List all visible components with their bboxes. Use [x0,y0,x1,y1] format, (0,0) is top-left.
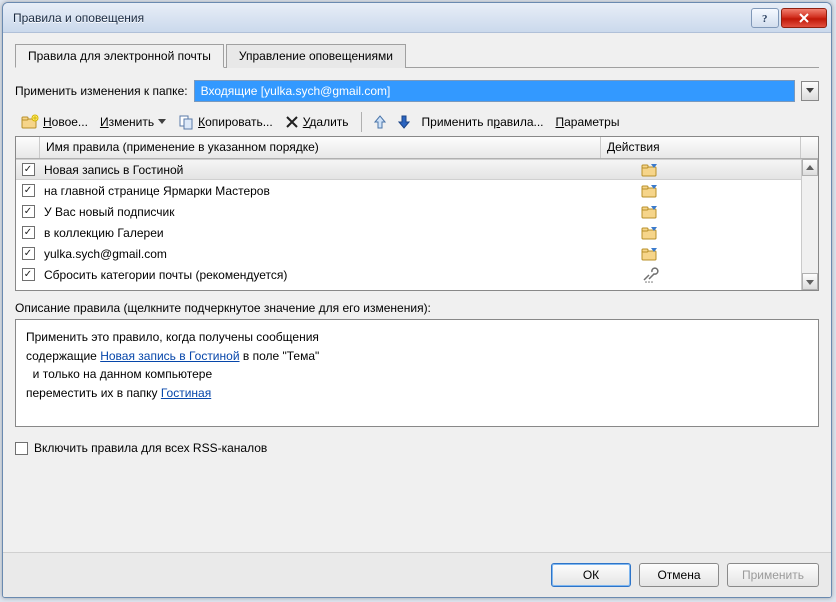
rule-action-icon [601,183,801,199]
delete-rule-button[interactable]: Удалить [281,113,353,131]
rss-label: Включить правила для всех RSS-каналов [34,441,267,455]
rules-grid: Имя правила (применение в указанном поря… [15,136,819,291]
apply-to-label: Применить изменения к папке: [15,84,188,98]
folder-select-value: Входящие [yulka.sych@gmail.com] [201,84,391,98]
rule-action-icon [601,246,801,262]
rss-checkbox[interactable] [15,442,28,455]
desc-line-2: содержащие Новая запись в Гостиной в пол… [26,347,808,366]
toolbar-separator [361,112,362,132]
move-down-button[interactable] [394,113,414,131]
tab-email-rules[interactable]: Правила для электронной почты [15,44,224,68]
rule-action-icon [601,267,801,283]
desc-line-3: и только на данном компьютере [26,365,808,384]
tab-manage-alerts[interactable]: Управление оповещениями [226,44,406,68]
rule-name: yulka.sych@gmail.com [40,247,601,261]
rule-checkbox[interactable]: ✓ [22,268,35,281]
rule-checkbox[interactable]: ✓ [22,184,35,197]
rule-name: Новая запись в Гостиной [40,163,601,177]
desc-link-subject[interactable]: Новая запись в Гостиной [100,349,239,363]
options-button[interactable]: Параметры [552,113,624,131]
rule-action-icon [601,225,801,241]
svg-text:?: ? [762,13,768,24]
grid-col-checkbox[interactable] [16,137,40,158]
scroll-up-button[interactable] [802,159,818,176]
table-row[interactable]: ✓ на главной странице Ярмарки Мастеров [16,180,818,201]
table-row[interactable]: ✓ в коллекцию Галереи [16,222,818,243]
rule-action-icon [601,204,801,220]
rules-toolbar: Новое... Изменить Копировать... [15,108,819,136]
rule-name: в коллекцию Галереи [40,226,601,240]
window-title: Правила и оповещения [13,11,749,25]
cancel-button[interactable]: Отмена [639,563,719,587]
run-rules-button[interactable]: Применить правила... [418,113,548,131]
copy-icon [178,114,194,130]
move-up-button[interactable] [370,113,390,131]
folder-dropdown-button[interactable] [801,81,819,101]
delete-icon [285,115,299,129]
grid-scrollbar[interactable] [801,159,818,290]
apply-button: Применить [727,563,819,587]
rule-name: на главной странице Ярмарки Мастеров [40,184,601,198]
rule-checkbox[interactable]: ✓ [22,226,35,239]
change-rule-button[interactable]: Изменить [96,113,170,131]
ok-button[interactable]: ОК [551,563,631,587]
description-label: Описание правила (щелкните подчеркнутое … [15,301,819,315]
rule-checkbox[interactable]: ✓ [22,205,35,218]
desc-link-folder[interactable]: Гостиная [161,386,211,400]
table-row[interactable]: ✓ Сбросить категории почты (рекомендуется… [16,264,818,285]
chevron-down-icon [158,119,166,125]
table-row[interactable]: ✓ У Вас новый подписчик [16,201,818,222]
rule-checkbox[interactable]: ✓ [22,163,35,176]
description-box: Применить это правило, когда получены со… [15,319,819,427]
rule-name: Сбросить категории почты (рекомендуется) [40,268,601,282]
grid-col-name[interactable]: Имя правила (применение в указанном поря… [40,137,601,158]
rule-checkbox[interactable]: ✓ [22,247,35,260]
new-rule-button[interactable]: Новое... [17,112,92,132]
tab-strip: Правила для электронной почты Управление… [15,43,819,68]
rule-action-icon [601,162,801,178]
grid-col-scroll [801,137,818,158]
help-button[interactable]: ? [751,8,779,28]
arrow-up-icon [374,115,386,129]
desc-line-4: переместить их в папку Гостиная [26,384,808,403]
copy-rule-button[interactable]: Копировать... [174,112,277,132]
desc-line-1: Применить это правило, когда получены со… [26,328,808,347]
folder-select[interactable]: Входящие [yulka.sych@gmail.com] [194,80,795,102]
scroll-down-button[interactable] [802,273,818,290]
dialog-footer: ОК Отмена Применить [3,552,831,597]
close-button[interactable] [781,8,827,28]
table-row[interactable]: ✓ Новая запись в Гостиной [16,159,818,180]
grid-col-actions[interactable]: Действия [601,137,801,158]
titlebar[interactable]: Правила и оповещения ? [3,3,831,33]
table-row[interactable]: ✓ yulka.sych@gmail.com [16,243,818,264]
arrow-down-icon [398,115,410,129]
scroll-track[interactable] [802,176,818,273]
rule-name: У Вас новый подписчик [40,205,601,219]
rules-dialog: Правила и оповещения ? Правила для элект… [2,2,832,598]
grid-header: Имя правила (применение в указанном поря… [16,137,818,159]
new-rule-icon [21,114,39,130]
